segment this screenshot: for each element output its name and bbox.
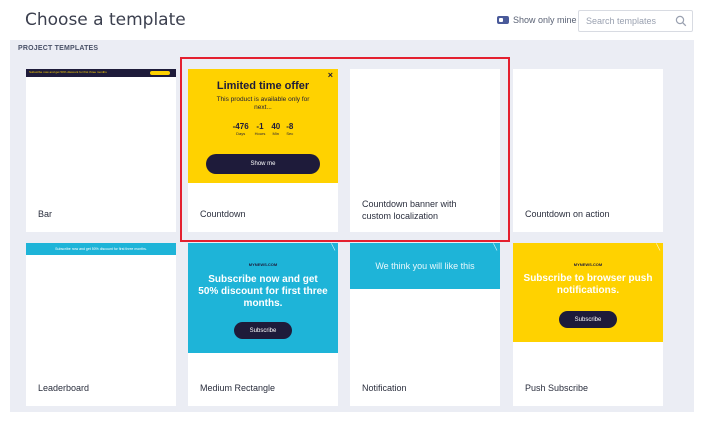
- push-subscribe-preview: ╲ MYNEWS.COM Subscribe to browser push n…: [513, 243, 663, 342]
- search-icon[interactable]: [675, 15, 687, 27]
- template-card-bar[interactable]: Subscribe now and get 50% discount for f…: [26, 69, 176, 232]
- countdown-timer: -476 Days -1 Hours 40 Min -8 Sec: [188, 122, 338, 136]
- medium-rectangle-headline: Subscribe now and get 50% discount for f…: [198, 274, 328, 309]
- template-name: Notification: [362, 383, 407, 393]
- template-name: Medium Rectangle: [200, 383, 276, 393]
- show-only-mine-label[interactable]: Show only mine: [513, 15, 577, 25]
- toggle-icon[interactable]: [497, 16, 509, 24]
- header: Choose a template Show only mine: [0, 0, 705, 40]
- timer-min: 40 Min: [271, 122, 280, 136]
- medium-rectangle-brand: MYNEWS.COM: [248, 262, 278, 267]
- timer-days: -476 Days: [233, 122, 249, 136]
- template-card-medium-rectangle[interactable]: ╲ MYNEWS.COM Subscribe now and get 50% d…: [188, 243, 338, 406]
- push-subscribe-brand: MYNEWS.COM: [573, 262, 603, 267]
- close-icon: ╲: [331, 245, 335, 251]
- medium-rectangle-subscribe-button: Subscribe: [234, 322, 292, 339]
- section-label: PROJECT TEMPLATES: [18, 45, 99, 52]
- template-name: Leaderboard: [38, 383, 90, 393]
- bar-preview-button: [150, 71, 170, 75]
- template-card-push-subscribe[interactable]: ╲ MYNEWS.COM Subscribe to browser push n…: [513, 243, 663, 406]
- countdown-preview: × Limited time offer This product is ava…: [188, 69, 338, 183]
- template-name: Push Subscribe: [525, 383, 589, 393]
- timer-hours-label: Hours: [254, 131, 266, 136]
- template-name: Bar: [38, 209, 53, 219]
- timer-sec: -8 Sec: [286, 122, 293, 136]
- page-title: Choose a template: [25, 10, 186, 30]
- search-box[interactable]: [578, 10, 693, 32]
- bar-preview-text: Subscribe now and get 50% discount for f…: [29, 70, 107, 74]
- notification-preview: ╲ We think you will like this: [350, 243, 500, 289]
- close-icon: ×: [327, 70, 333, 80]
- timer-hours: -1 Hours: [255, 122, 266, 136]
- timer-min-value: 40: [271, 122, 281, 131]
- template-card-countdown-banner[interactable]: Countdown banner with custom localizatio…: [350, 69, 500, 232]
- leaderboard-preview-text: Subscribe now and get 50% discount for f…: [55, 247, 147, 251]
- template-card-countdown[interactable]: × Limited time offer This product is ava…: [188, 69, 338, 232]
- medium-rectangle-preview: ╲ MYNEWS.COM Subscribe now and get 50% d…: [188, 243, 338, 353]
- timer-days-value: -476: [232, 122, 249, 131]
- timer-min-label: Min: [272, 131, 279, 136]
- template-card-leaderboard[interactable]: Subscribe now and get 50% discount for f…: [26, 243, 176, 406]
- timer-days-label: Days: [236, 131, 246, 136]
- template-name: Countdown: [200, 209, 246, 219]
- close-icon: ╲: [656, 245, 660, 251]
- timer-sec-label: Sec: [286, 131, 294, 136]
- countdown-show-me-button: Show me: [206, 154, 320, 174]
- close-icon: ╲: [493, 245, 497, 251]
- template-name: Countdown banner with custom localizatio…: [362, 199, 457, 221]
- template-name: Countdown on action: [525, 209, 610, 219]
- notification-headline: We think you will like this: [375, 261, 475, 271]
- template-card-notification[interactable]: ╲ We think you will like this Notificati…: [350, 243, 500, 406]
- countdown-title: Limited time offer: [216, 80, 310, 92]
- timer-hours-value: -1: [256, 122, 264, 131]
- push-subscribe-button: Subscribe: [559, 311, 617, 328]
- search-input[interactable]: [579, 11, 667, 31]
- leaderboard-preview: Subscribe now and get 50% discount for f…: [26, 243, 176, 255]
- bar-preview: Subscribe now and get 50% discount for f…: [26, 69, 176, 77]
- timer-sec-value: -8: [286, 122, 294, 131]
- template-card-countdown-on-action[interactable]: Countdown on action: [513, 69, 663, 232]
- show-only-mine-toggle[interactable]: Show only mine: [497, 15, 577, 25]
- push-subscribe-headline: Subscribe to browser push notifications.: [523, 273, 653, 296]
- countdown-subtitle: This product is available only for next.…: [216, 96, 310, 111]
